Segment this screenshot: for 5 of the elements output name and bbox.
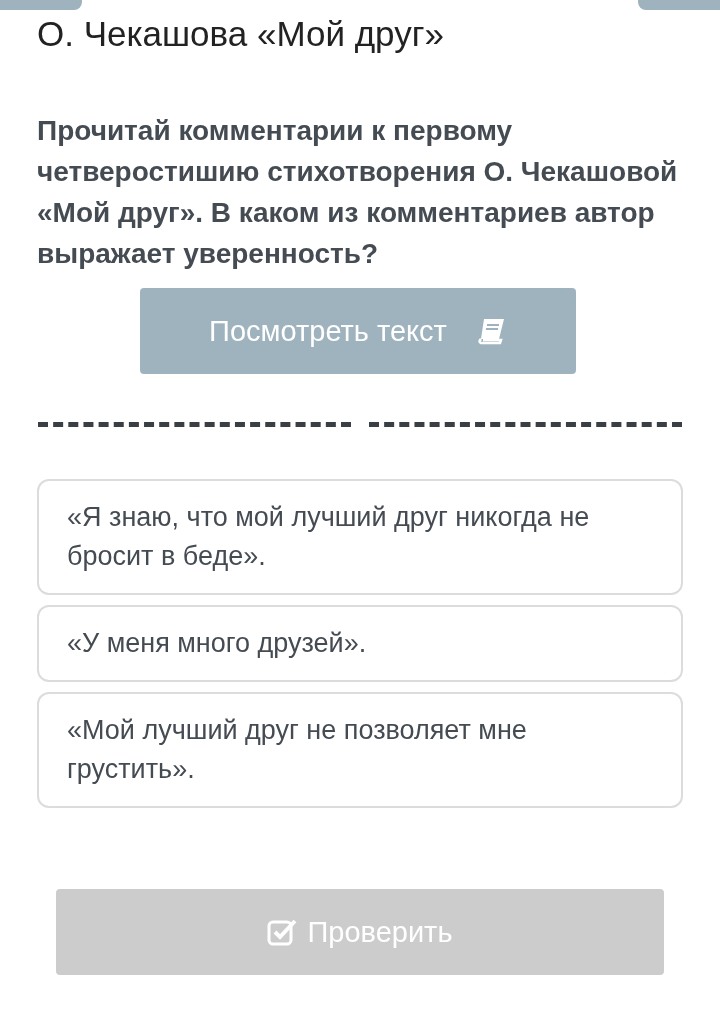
exercise-title: О. Чекашова «Мой друг» [37, 14, 445, 54]
answer-option[interactable]: «Мой лучший друг не позволяет мне грустить». [37, 692, 683, 808]
question-text: Прочитай комментарии к первому четверостишию стихотворения О. Чекашовой «Мой друг». В каком из комментариев автор выражает уверенность? [37, 114, 679, 271]
answer-option[interactable]: «Я знаю, что мой лучший друг никогда не бросит в беде». [37, 479, 683, 595]
answer-option[interactable]: «У меня много друзей». [37, 605, 683, 682]
